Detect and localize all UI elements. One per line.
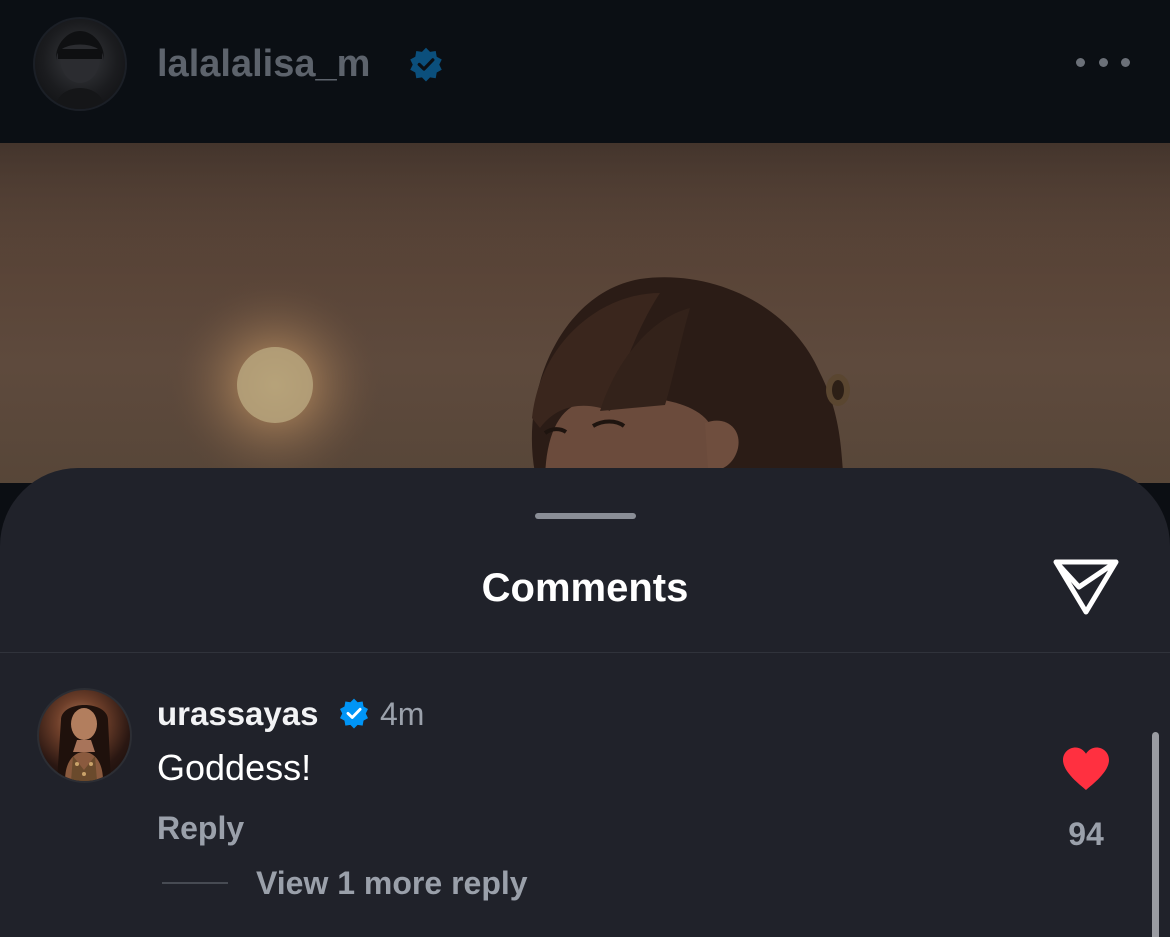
reply-thread-line: [162, 882, 228, 884]
comment-timestamp: 4m: [380, 696, 425, 732]
sheet-title: Comments: [481, 566, 689, 610]
sheet-divider: [0, 652, 1170, 653]
commenter-avatar[interactable]: [37, 688, 132, 783]
more-options-icon[interactable]: [1076, 52, 1130, 72]
verified-badge-icon: [410, 47, 442, 82]
reply-button[interactable]: Reply: [157, 808, 244, 848]
view-more-replies-button[interactable]: View 1 more reply: [256, 863, 528, 903]
sheet-drag-handle[interactable]: [535, 513, 636, 519]
post-author-avatar[interactable]: [33, 17, 127, 111]
scrollbar[interactable]: [1152, 732, 1159, 937]
comments-sheet: Comments urassayas 4m Goddess! Reply Vie…: [0, 468, 1170, 937]
verified-badge-icon: [340, 698, 368, 729]
commenter-username[interactable]: urassayas: [157, 694, 318, 734]
post-photo[interactable]: [0, 143, 1170, 483]
post-author-username[interactable]: lalalalisa_m: [157, 40, 370, 88]
more-dot: [1076, 57, 1085, 67]
post-header: lalalalisa_m: [0, 0, 1170, 143]
paper-plane-icon[interactable]: [1050, 554, 1122, 618]
more-dot: [1098, 57, 1108, 67]
heart-icon[interactable]: [1061, 746, 1111, 792]
comment-text: Goddess!: [157, 747, 312, 788]
post-photo-illustration: [0, 143, 1170, 483]
like-count: 94: [1068, 816, 1104, 852]
more-dot: [1121, 57, 1130, 67]
